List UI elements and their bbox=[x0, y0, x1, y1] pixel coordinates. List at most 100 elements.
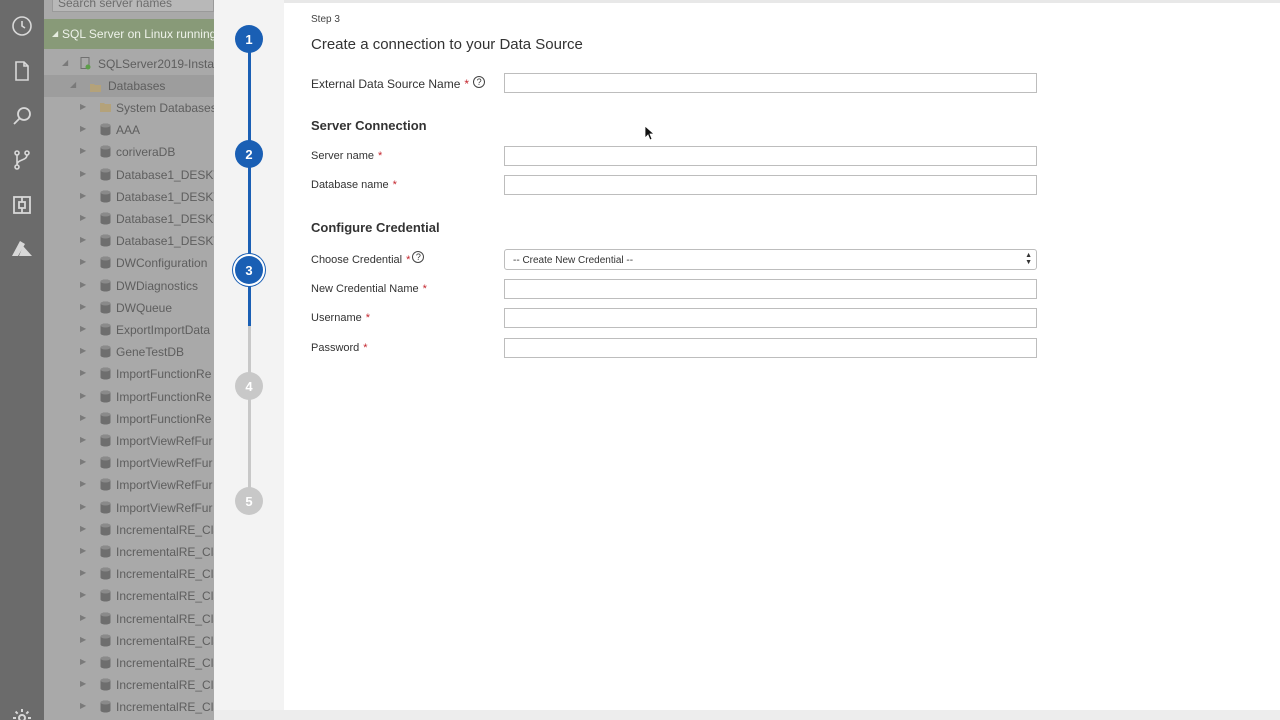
database-icon bbox=[100, 656, 111, 669]
source-control-icon[interactable] bbox=[10, 148, 34, 172]
external-data-source-name-input[interactable] bbox=[504, 73, 1037, 93]
database-icon bbox=[100, 434, 111, 447]
server-search-input[interactable]: Search server names bbox=[52, 0, 214, 12]
required-indicator: * bbox=[422, 283, 427, 295]
help-icon[interactable]: ? bbox=[473, 76, 486, 88]
tree-database-item[interactable]: ▶ ImportFunctionRe bbox=[44, 386, 214, 408]
file-icon[interactable] bbox=[10, 59, 34, 83]
tree-database-item[interactable]: ▶ Database1_DESKT bbox=[44, 186, 214, 208]
tree-database-item[interactable]: ▶ IncrementalRE_Cla bbox=[44, 519, 214, 541]
tree-database-item[interactable]: ▶ IncrementalRE_Cla bbox=[44, 630, 214, 652]
tree-database-item[interactable]: ▶ AAA bbox=[44, 119, 214, 141]
tree-database-item[interactable]: ▶ Database1_DESKT bbox=[44, 230, 214, 252]
search-icon[interactable] bbox=[10, 104, 34, 128]
choose-credential-select[interactable]: -- Create New Credential -- ▲ ▼ bbox=[504, 249, 1037, 270]
server-connection-heading: Server Connection bbox=[311, 118, 427, 133]
password-input[interactable] bbox=[504, 338, 1037, 358]
azure-icon[interactable] bbox=[10, 237, 34, 261]
tree-database-item[interactable]: ▶ GeneTestDB bbox=[44, 341, 214, 363]
expand-arrow-icon: ▶ bbox=[80, 390, 87, 400]
tree-item-label: IncrementalRE_Cla bbox=[116, 678, 214, 693]
tree-database-item[interactable]: ▶ ImportFunctionRe bbox=[44, 363, 214, 385]
tree-item-label: coriveraDB bbox=[116, 145, 176, 160]
expand-arrow-icon: ▶ bbox=[80, 368, 87, 378]
required-indicator: * bbox=[464, 77, 470, 91]
tree-database-item[interactable]: ▶ DWQueue bbox=[44, 297, 214, 319]
database-icon bbox=[100, 123, 111, 136]
step-3-indicator[interactable]: 3 bbox=[235, 256, 263, 284]
tree-database-item[interactable]: ▶ coriveraDB bbox=[44, 141, 214, 163]
required-indicator: * bbox=[392, 179, 397, 191]
database-icon bbox=[100, 412, 111, 425]
tree-item-label: IncrementalRE_Cla bbox=[116, 545, 214, 559]
database-icon bbox=[100, 279, 111, 292]
tree-item-label: Database1_DESKT bbox=[116, 234, 214, 249]
tree-item-label: ImportViewRefFur bbox=[116, 434, 213, 448]
database-icon bbox=[100, 301, 111, 314]
expand-arrow-icon: ▶ bbox=[80, 568, 87, 578]
tree-item-label: Database1_DESKT bbox=[116, 189, 214, 204]
password-label: Password * bbox=[311, 342, 368, 354]
server-name-input[interactable] bbox=[504, 146, 1037, 166]
tree-database-item[interactable]: ▶ ImportViewRefFur bbox=[44, 430, 214, 452]
tree-database-item[interactable]: ▶ ImportViewRefFur bbox=[44, 474, 214, 496]
tree-database-item[interactable]: ▶ IncrementalRE_Cla bbox=[44, 674, 214, 696]
tree-folder-item[interactable]: ▶ System Databases bbox=[44, 97, 214, 119]
search-placeholder: Search server names bbox=[58, 0, 173, 10]
expand-arrow-icon: ◢ bbox=[52, 29, 59, 38]
database-icon bbox=[100, 323, 111, 336]
tree-item-label: IncrementalRE_Cla bbox=[116, 633, 214, 648]
expand-arrow-icon: ▶ bbox=[80, 546, 87, 555]
server-label: SQLServer2019-Insta bbox=[98, 57, 214, 71]
gear-icon[interactable] bbox=[10, 706, 34, 720]
tree-item-label: IncrementalRE_Cla bbox=[116, 522, 214, 537]
tree-database-item[interactable]: ▶ IncrementalRE_Cla bbox=[44, 696, 214, 718]
tree-database-item[interactable]: ▶ IncrementalRE_Cla bbox=[44, 652, 214, 674]
tree-item-label: AAA bbox=[116, 123, 141, 138]
extensions-icon[interactable] bbox=[10, 193, 34, 217]
choose-credential-value: -- Create New Credential -- bbox=[513, 255, 634, 266]
help-icon[interactable]: ? bbox=[412, 251, 425, 263]
tree-database-item[interactable]: ▶ ImportViewRefFur bbox=[44, 452, 214, 474]
database-icon bbox=[100, 212, 111, 225]
tree-server-node[interactable]: ◢ SQLServer2019-Insta bbox=[44, 53, 214, 75]
expand-arrow-icon: ▶ bbox=[80, 657, 87, 666]
history-icon[interactable] bbox=[10, 14, 34, 38]
expand-arrow-icon: ▶ bbox=[80, 324, 87, 333]
expand-arrow-icon: ▶ bbox=[80, 634, 87, 644]
tree-database-item[interactable]: ▶ Database1_DESKT bbox=[44, 208, 214, 230]
database-icon bbox=[100, 478, 111, 491]
tree-item-label: IncrementalRE_Cla bbox=[116, 700, 214, 715]
step-1-indicator[interactable]: 1 bbox=[235, 25, 263, 53]
tree-database-item[interactable]: ▶ IncrementalRE_Cla bbox=[44, 541, 214, 563]
tree-database-item[interactable]: ▶ Database1_DESKT bbox=[44, 164, 214, 186]
new-credential-name-input[interactable] bbox=[504, 279, 1037, 299]
tree-item-label: ImportFunctionRe bbox=[116, 411, 212, 426]
tree-database-item[interactable]: ▶ DWDiagnostics bbox=[44, 275, 214, 297]
expand-arrow-icon: ▶ bbox=[80, 146, 87, 156]
expand-arrow-icon: ▶ bbox=[80, 679, 87, 689]
database-icon bbox=[100, 523, 111, 536]
server-group-header[interactable]: ◢ SQL Server on Linux running bbox=[44, 19, 214, 49]
tree-database-item[interactable]: ▶ ImportViewRefFur bbox=[44, 497, 214, 519]
required-indicator: * bbox=[406, 254, 411, 266]
tree-database-item[interactable]: ▶ ImportFunctionRe bbox=[44, 408, 214, 430]
tree-database-item[interactable]: ▶ DWConfiguration bbox=[44, 252, 214, 274]
step-label: Step 3 bbox=[311, 14, 340, 25]
expand-arrow-icon: ◢ bbox=[62, 58, 69, 67]
tree-item-label: ImportViewRefFur bbox=[116, 500, 213, 515]
expand-arrow-icon: ▶ bbox=[80, 346, 87, 356]
database-name-label: Database name * bbox=[311, 179, 397, 191]
tree-item-label: System Databases bbox=[116, 101, 214, 115]
database-icon bbox=[100, 456, 111, 469]
username-input[interactable] bbox=[504, 308, 1037, 328]
tree-database-item[interactable]: ▶ IncrementalRE_Cla bbox=[44, 563, 214, 585]
expand-arrow-icon: ◢ bbox=[70, 80, 77, 89]
tree-database-item[interactable]: ▶ ExportImportData bbox=[44, 319, 214, 341]
activity-bar bbox=[0, 0, 44, 720]
tree-database-item[interactable]: ▶ IncrementalRE_Cla bbox=[44, 608, 214, 630]
step-2-indicator[interactable]: 2 bbox=[235, 140, 263, 168]
tree-databases-folder[interactable]: ◢ Databases bbox=[44, 75, 214, 97]
database-name-input[interactable] bbox=[504, 175, 1037, 195]
tree-database-item[interactable]: ▶ IncrementalRE_Cla bbox=[44, 585, 214, 607]
